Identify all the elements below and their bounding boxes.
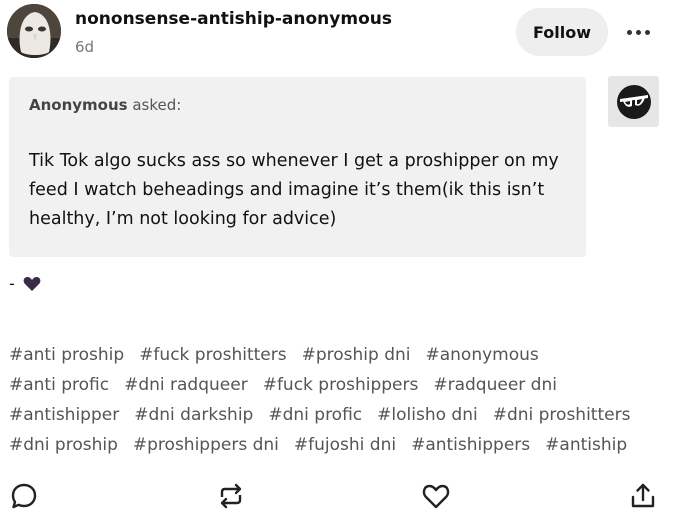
tag-link[interactable]: #dni radqueer bbox=[124, 375, 248, 395]
purple-heart-icon bbox=[23, 276, 41, 291]
asker-name: Anonymous bbox=[29, 96, 128, 114]
like-icon[interactable] bbox=[420, 480, 452, 512]
dot bbox=[626, 29, 632, 35]
tag-list: #anti proship #fuck proshitters #proship… bbox=[9, 340, 674, 460]
share-icon-glyph bbox=[631, 483, 655, 508]
tag-row: #anti proship #fuck proshitters #proship… bbox=[9, 340, 674, 370]
tag-link[interactable]: #antiship bbox=[545, 435, 627, 455]
reply-icon[interactable] bbox=[8, 480, 40, 512]
tag-row: #dni proship #proshippers dni #fujoshi d… bbox=[9, 430, 674, 460]
asker-line: Anonymous asked: bbox=[29, 96, 181, 114]
post-header: nononsense-antiship-anonymous 6d Follow bbox=[0, 0, 679, 70]
tag-link[interactable]: #dni proshitters bbox=[493, 405, 631, 425]
tag-link[interactable]: #antishipper bbox=[9, 405, 119, 425]
tag-link[interactable]: #dni proship bbox=[9, 435, 118, 455]
tag-link[interactable]: #fujoshi dni bbox=[294, 435, 396, 455]
post-timestamp[interactable]: 6d bbox=[75, 38, 94, 56]
reblog-icon-glyph bbox=[220, 483, 242, 509]
answer-content: - bbox=[9, 274, 41, 293]
tag-row: #antishipper #dni darkship #dni profic #… bbox=[9, 400, 674, 430]
reblog-icon[interactable] bbox=[215, 480, 247, 512]
follow-button[interactable]: Follow bbox=[516, 8, 608, 56]
tag-link[interactable]: #anti proship bbox=[9, 345, 124, 365]
tag-link[interactable]: #anonymous bbox=[425, 345, 538, 365]
tag-link[interactable]: #dni profic bbox=[268, 405, 362, 425]
tag-row: #anti profic #dni radqueer #fuck proship… bbox=[9, 370, 674, 400]
tag-link[interactable]: #fuck proshippers bbox=[263, 375, 419, 395]
tag-link[interactable]: #lolisho dni bbox=[377, 405, 478, 425]
asked-label: asked: bbox=[127, 96, 182, 114]
post-actions bbox=[0, 476, 679, 516]
share-icon[interactable] bbox=[627, 480, 659, 512]
heart-outline-icon bbox=[422, 484, 450, 509]
tag-link[interactable]: #antishippers bbox=[411, 435, 530, 455]
tag-link[interactable]: #dni darkship bbox=[134, 405, 253, 425]
tag-link[interactable]: #fuck proshitters bbox=[139, 345, 286, 365]
sunglasses-avatar-icon bbox=[616, 84, 651, 119]
mask-avatar-image bbox=[7, 4, 61, 58]
blog-avatar[interactable] bbox=[7, 4, 61, 58]
blog-name-link[interactable]: nononsense-antiship-anonymous bbox=[75, 9, 392, 29]
tag-link[interactable]: #radqueer dni bbox=[433, 375, 557, 395]
reply-icon-glyph bbox=[11, 483, 37, 509]
tag-link[interactable]: #anti profic bbox=[9, 375, 109, 395]
tag-link[interactable]: #proshippers dni bbox=[133, 435, 279, 455]
tag-link[interactable]: #proship dni bbox=[302, 345, 411, 365]
dot bbox=[644, 29, 650, 35]
ask-box: Anonymous asked: Tik Tok algo sucks ass … bbox=[9, 77, 586, 257]
answer-text: - bbox=[9, 274, 15, 293]
dot bbox=[635, 29, 641, 35]
anonymous-avatar bbox=[608, 76, 659, 127]
ask-question: Tik Tok algo sucks ass so whenever I get… bbox=[29, 151, 559, 229]
more-options-icon[interactable] bbox=[622, 22, 654, 42]
